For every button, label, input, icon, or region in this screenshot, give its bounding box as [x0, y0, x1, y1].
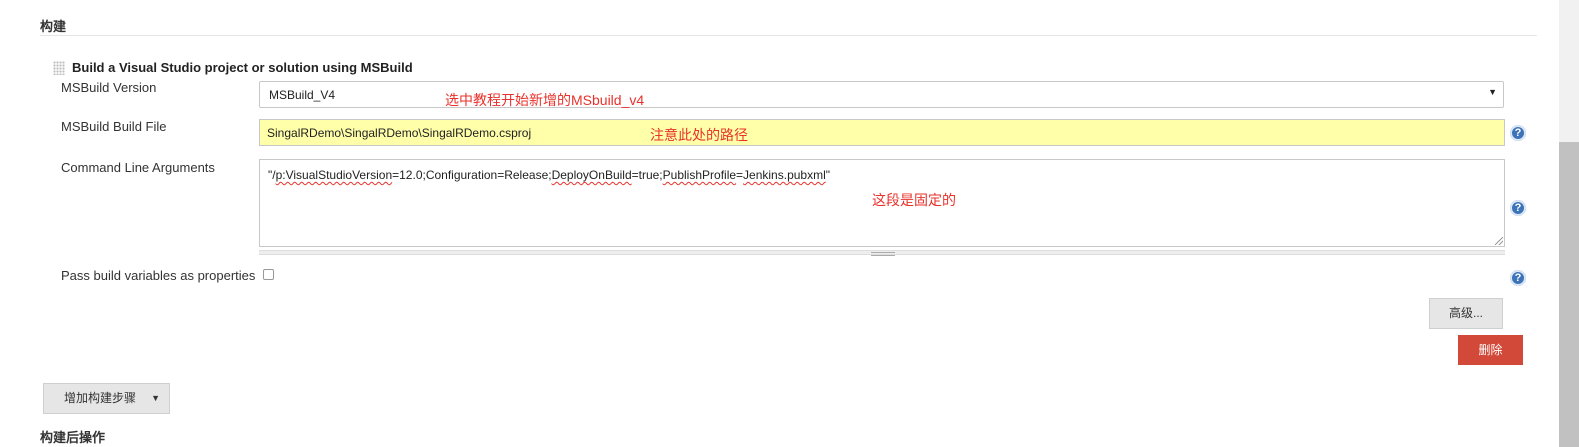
- dropdown-arrow-icon: ▼: [1488, 87, 1497, 97]
- build-file-value: SingalRDemo\SingalRDemo\SingalRDemo.cspr…: [267, 126, 532, 140]
- args-part: "/: [268, 168, 276, 182]
- section-divider: [40, 35, 1537, 36]
- args-part: =12.0;Configuration=Release;: [392, 168, 552, 182]
- command-args-value: "/p:VisualStudioVersion=12.0;Configurati…: [268, 168, 830, 182]
- advanced-button[interactable]: 高级...: [1429, 298, 1503, 329]
- help-icon[interactable]: ?: [1510, 125, 1526, 141]
- help-icon[interactable]: ?: [1510, 200, 1526, 216]
- annotation-version-note: 选中教程开始新增的MSbuild_v4: [445, 92, 645, 108]
- textarea-resize-grip[interactable]: [259, 250, 1505, 256]
- delete-button[interactable]: 删除: [1458, 335, 1523, 365]
- command-args-label: Command Line Arguments: [61, 160, 215, 175]
- build-file-input[interactable]: SingalRDemo\SingalRDemo\SingalRDemo.cspr…: [259, 119, 1505, 146]
- args-part: DeployOnBuild: [551, 168, 632, 182]
- build-file-label: MSBuild Build File: [61, 119, 167, 134]
- args-part: PublishProfile: [662, 168, 737, 182]
- annotation-args-note: 这段是固定的: [872, 192, 956, 208]
- args-part: p:VisualStudioVersion: [275, 168, 393, 182]
- args-part: =true;: [631, 168, 663, 182]
- msbuild-version-value: MSBuild_V4: [269, 88, 336, 102]
- msbuild-version-label: MSBuild Version: [61, 80, 157, 95]
- resize-corner-icon[interactable]: [1495, 237, 1503, 245]
- args-part: Jenkins.pubxml: [743, 168, 826, 182]
- post-build-section-title: 构建后操作: [40, 430, 106, 445]
- add-build-step-button[interactable]: 增加构建步骤 ▼: [43, 383, 170, 414]
- pass-build-vars-checkbox[interactable]: [263, 269, 274, 280]
- add-build-step-label: 增加构建步骤: [64, 391, 137, 405]
- chevron-down-icon: ▼: [151, 393, 160, 403]
- args-part: =: [736, 168, 744, 182]
- build-step-title: Build a Visual Studio project or solutio…: [72, 60, 413, 75]
- args-part: ": [825, 168, 831, 182]
- help-icon[interactable]: ?: [1510, 270, 1526, 286]
- drag-handle-icon[interactable]: [53, 61, 65, 75]
- grip-icon: [871, 252, 895, 256]
- annotation-path-note: 注意此处的路径: [650, 127, 748, 143]
- scrollbar-thumb[interactable]: [1559, 142, 1579, 447]
- build-section-title: 构建: [40, 19, 67, 34]
- pass-build-vars-label: Pass build variables as properties: [61, 268, 256, 283]
